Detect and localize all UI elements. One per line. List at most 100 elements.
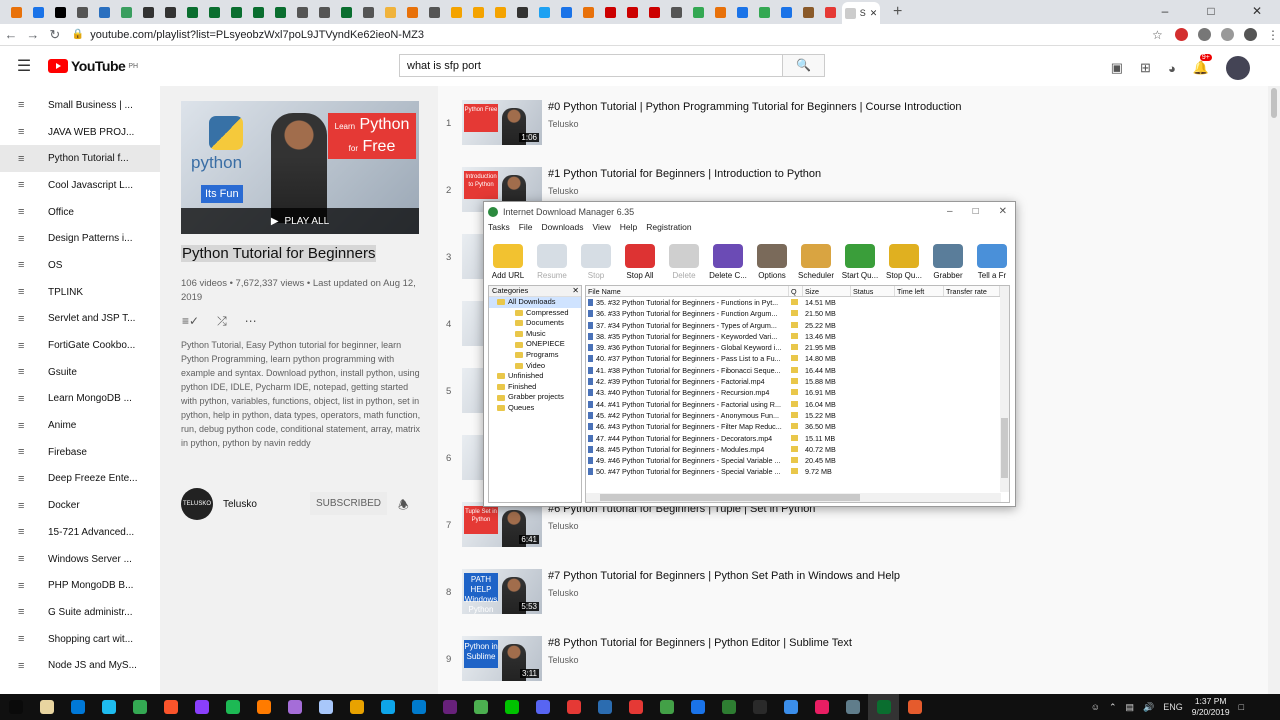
- taskbar-app-icon[interactable]: [186, 694, 217, 720]
- file-row[interactable]: 35. #32 Python Tutorial for Beginners - …: [586, 297, 1009, 308]
- sidebar-playlist-item[interactable]: ≡ Anime: [0, 412, 160, 439]
- browser-tab[interactable]: [468, 3, 489, 21]
- volume-icon[interactable]: 🔊: [1143, 702, 1154, 713]
- file-row[interactable]: 49. #46 Python Tutorial for Beginners - …: [586, 455, 1009, 466]
- idm-toolbar-button[interactable]: Add URL: [486, 244, 530, 280]
- taskbar-app-icon[interactable]: [434, 694, 465, 720]
- play-all-button[interactable]: ▶ PLAY ALL: [181, 208, 419, 234]
- sidebar-playlist-item[interactable]: ≡ Firebase: [0, 439, 160, 466]
- taskbar-app-icon[interactable]: [310, 694, 341, 720]
- browser-tab[interactable]: [512, 3, 533, 21]
- taskbar-app-icon[interactable]: [341, 694, 372, 720]
- sidebar-playlist-item[interactable]: ≡ Deep Freeze Ente...: [0, 466, 160, 493]
- profile-avatar[interactable]: [1244, 28, 1257, 41]
- taskbar-app-icon[interactable]: [558, 694, 589, 720]
- video-channel[interactable]: Telusko: [548, 186, 579, 196]
- close-icon[interactable]: ✕: [1234, 0, 1280, 22]
- create-video-icon[interactable]: ▣: [1111, 60, 1123, 76]
- taskbar-app-icon[interactable]: [744, 694, 775, 720]
- browser-tab[interactable]: [754, 3, 775, 21]
- browser-tab[interactable]: [798, 3, 819, 21]
- browser-tab[interactable]: [358, 3, 379, 21]
- idm-toolbar-button[interactable]: Scheduler: [794, 244, 838, 280]
- video-row[interactable]: 9 Python in Sublime 3:11 #8 Python Tutorial…: [438, 622, 1268, 682]
- browser-tab[interactable]: [644, 3, 665, 21]
- video-row[interactable]: 1 Python Free 1:06 #0 Python Tutorial | Pyt…: [438, 86, 1268, 146]
- taskbar-clock[interactable]: 1:37 PM 9/20/2019: [1192, 696, 1230, 718]
- file-row[interactable]: 38. #35 Python Tutorial for Beginners - …: [586, 331, 1009, 342]
- idm-toolbar-button[interactable]: Stop: [574, 244, 618, 280]
- category-item[interactable]: Programs: [489, 350, 581, 361]
- playlist-owner[interactable]: TELUSKO Telusko: [181, 488, 257, 520]
- browser-tab[interactable]: [204, 3, 225, 21]
- sidebar-playlist-item[interactable]: ≡ Office: [0, 199, 160, 226]
- video-channel[interactable]: Telusko: [548, 521, 579, 531]
- browser-tab[interactable]: [688, 3, 709, 21]
- browser-tab[interactable]: [666, 3, 687, 21]
- browser-tab[interactable]: [622, 3, 643, 21]
- notification-bell-icon[interactable]: 🕭: [398, 496, 409, 517]
- file-row[interactable]: 37. #34 Python Tutorial for Beginners - …: [586, 320, 1009, 331]
- file-column-header[interactable]: File Name: [586, 286, 789, 296]
- file-row[interactable]: 47. #44 Python Tutorial for Beginners - …: [586, 433, 1009, 444]
- category-item[interactable]: Documents: [489, 318, 581, 329]
- search-input[interactable]: what is sfp port: [399, 54, 783, 77]
- browser-tab[interactable]: [732, 3, 753, 21]
- notification-center-icon[interactable]: □: [1239, 702, 1244, 712]
- sidebar-playlist-item[interactable]: ≡ Windows Server ...: [0, 546, 160, 573]
- browser-tab[interactable]: [490, 3, 511, 21]
- scrollbar-thumb[interactable]: [1271, 88, 1277, 118]
- sidebar-playlist-item[interactable]: ≡ Gsuite: [0, 359, 160, 386]
- file-row[interactable]: 43. #40 Python Tutorial for Beginners - …: [586, 387, 1009, 398]
- add-to-queue-icon[interactable]: ≡✓: [182, 314, 199, 329]
- idm-close-icon[interactable]: ✕: [999, 206, 1007, 217]
- file-row[interactable]: 50. #47 Python Tutorial for Beginners - …: [586, 466, 1009, 477]
- browser-tab[interactable]: [820, 3, 841, 21]
- sidebar-playlist-item[interactable]: ≡ JAVA WEB PROJ...: [0, 119, 160, 146]
- sidebar-playlist-item[interactable]: ≡ Learn MongoDB ...: [0, 386, 160, 413]
- file-row[interactable]: 46. #43 Python Tutorial for Beginners - …: [586, 421, 1009, 432]
- taskbar-app-icon[interactable]: [0, 694, 31, 720]
- file-row[interactable]: 42. #39 Python Tutorial for Beginners - …: [586, 376, 1009, 387]
- browser-tab[interactable]: [160, 3, 181, 21]
- taskbar-app-icon[interactable]: [806, 694, 837, 720]
- taskbar-app-icon[interactable]: [62, 694, 93, 720]
- taskbar-app-icon[interactable]: [899, 694, 930, 720]
- taskbar-app-icon[interactable]: [217, 694, 248, 720]
- browser-tab[interactable]: [534, 3, 555, 21]
- idm-menu-item[interactable]: Registration: [646, 222, 691, 236]
- extension-icon[interactable]: [1175, 28, 1188, 41]
- video-row[interactable]: 8 PATH HELP Windows Python 5:53 #7 Python T…: [438, 555, 1268, 615]
- notifications-icon[interactable]: 🔔 9+: [1193, 54, 1212, 76]
- video-channel[interactable]: Telusko: [548, 655, 579, 665]
- browser-tab[interactable]: [138, 3, 159, 21]
- account-avatar[interactable]: [1226, 56, 1250, 80]
- forward-icon[interactable]: →: [22, 27, 44, 42]
- file-row[interactable]: 41. #38 Python Tutorial for Beginners - …: [586, 365, 1009, 376]
- minimize-icon[interactable]: –: [1142, 0, 1188, 22]
- taskbar-app-icon[interactable]: [465, 694, 496, 720]
- idm-toolbar-button[interactable]: Start Qu...: [838, 244, 882, 280]
- close-panel-icon[interactable]: ✕: [572, 286, 579, 295]
- taskbar-app-icon[interactable]: [682, 694, 713, 720]
- more-options-icon[interactable]: ⋯: [245, 314, 257, 329]
- browser-tab[interactable]: [402, 3, 423, 21]
- file-column-header[interactable]: Time left: [895, 286, 944, 296]
- idm-toolbar-button[interactable]: Tell a Fr: [970, 244, 1014, 280]
- sidebar-playlist-item[interactable]: ≡ Node JS and MyS...: [0, 652, 160, 679]
- browser-tab[interactable]: [248, 3, 269, 21]
- sidebar-playlist-item[interactable]: ≡ Python Tutorial f...: [0, 145, 160, 173]
- browser-tab[interactable]: [556, 3, 577, 21]
- extension-icon[interactable]: [1198, 28, 1211, 41]
- reload-icon[interactable]: ↻: [44, 27, 66, 43]
- channel-name[interactable]: Telusko: [223, 499, 257, 510]
- file-row[interactable]: 45. #42 Python Tutorial for Beginners - …: [586, 410, 1009, 421]
- file-column-header[interactable]: Status: [851, 286, 895, 296]
- sidebar-playlist-item[interactable]: ≡ Cool Javascript L...: [0, 172, 160, 199]
- back-icon[interactable]: ←: [0, 27, 22, 42]
- browser-tab[interactable]: [446, 3, 467, 21]
- idm-menu-item[interactable]: Tasks: [488, 222, 510, 236]
- idm-toolbar-button[interactable]: Delete C...: [706, 244, 750, 280]
- taskbar-app-icon[interactable]: [248, 694, 279, 720]
- video-title[interactable]: #0 Python Tutorial | Python Programming …: [548, 101, 962, 113]
